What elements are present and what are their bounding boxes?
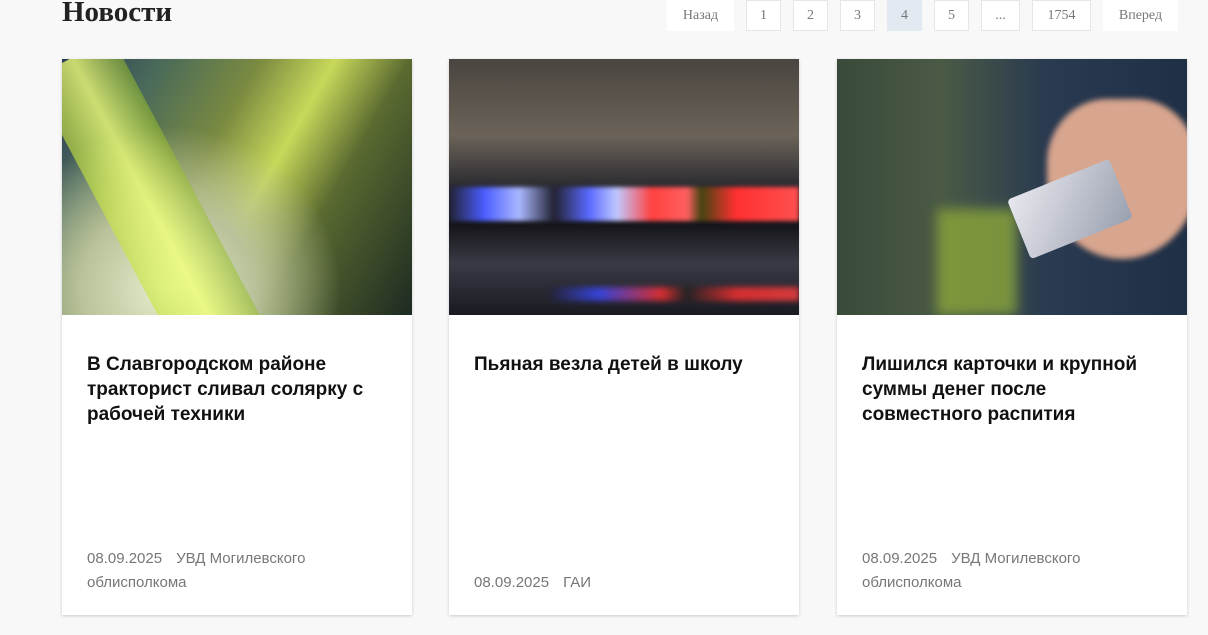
news-image-fuel[interactable]: [62, 59, 412, 315]
page-ellipsis: ...: [981, 0, 1020, 31]
prev-page-button[interactable]: Назад: [667, 0, 734, 31]
page-2-button[interactable]: 2: [793, 0, 828, 31]
page-title: Новости: [62, 0, 173, 28]
page-3-button[interactable]: 3: [840, 0, 875, 31]
news-date: 08.09.2025: [474, 574, 550, 591]
news-image-bank-card[interactable]: [837, 59, 1187, 315]
news-date: 08.09.2025: [87, 550, 163, 567]
page-4-button[interactable]: 4: [887, 0, 922, 31]
news-source: ГАИ: [563, 574, 591, 591]
news-card[interactable]: В Славгородском районе тракторист сливал…: [62, 59, 412, 615]
news-card[interactable]: Лишился карточки и крупной суммы денег п…: [837, 59, 1187, 615]
page-1-button[interactable]: 1: [746, 0, 781, 31]
news-meta: 08.09.2025 УВД Могилевского облисполкома: [87, 547, 387, 595]
next-page-button[interactable]: Вперед: [1103, 0, 1178, 31]
news-meta: 08.09.2025 ГАИ: [474, 571, 774, 595]
news-card[interactable]: Пьяная везла детей в школу 08.09.2025 ГАИ: [449, 59, 799, 615]
news-title[interactable]: Лишился карточки и крупной суммы денег п…: [862, 352, 1162, 427]
page-last-button[interactable]: 1754: [1032, 0, 1091, 31]
news-date: 08.09.2025: [862, 550, 938, 567]
page-5-button[interactable]: 5: [934, 0, 969, 31]
news-image-police-lights[interactable]: [449, 59, 799, 315]
news-title[interactable]: Пьяная везла детей в школу: [474, 352, 774, 377]
news-title[interactable]: В Славгородском районе тракторист сливал…: [87, 352, 387, 427]
pagination: Назад 1 2 3 4 5 ... 1754 Вперед: [667, 0, 1190, 31]
news-meta: 08.09.2025 УВД Могилевского облисполкома: [862, 547, 1162, 595]
